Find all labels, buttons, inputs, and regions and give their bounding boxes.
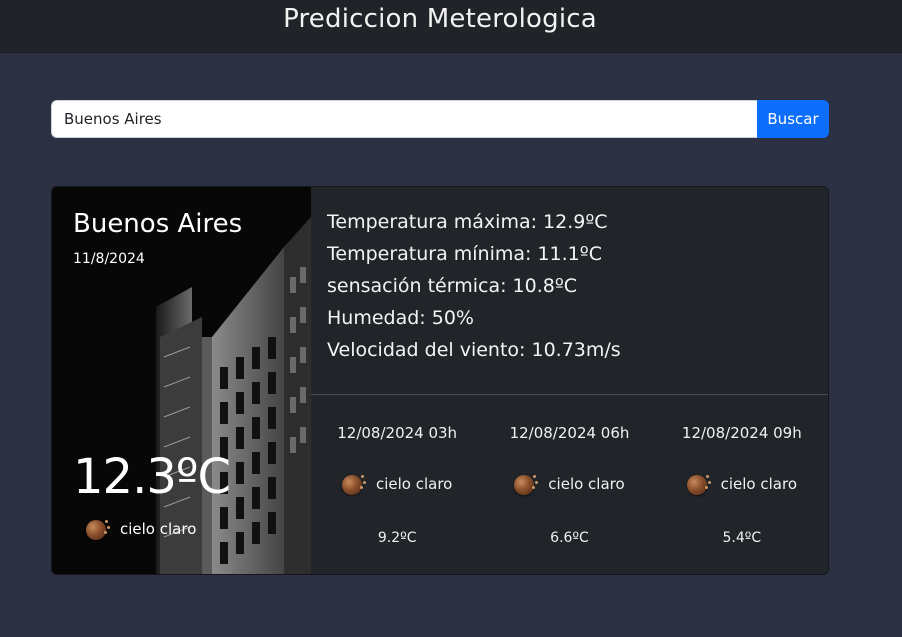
- current-temperature: 12.3ºC: [73, 449, 231, 505]
- forecast-condition-label: cielo claro: [548, 475, 625, 493]
- weather-details: Temperatura máxima: 12.9ºC Temperatura m…: [311, 187, 828, 395]
- clear-sky-icon: [341, 473, 366, 495]
- clear-sky-icon: [686, 473, 711, 495]
- current-condition: cielo claro: [86, 518, 196, 540]
- forecast-temperature: 5.4ºC: [722, 530, 762, 546]
- forecast-condition: cielo claro: [483, 473, 655, 495]
- forecast-temperature: 6.6ºC: [550, 530, 589, 546]
- forecast-datetime: 12/08/2024 06h: [509, 424, 630, 442]
- forecast-datetime: 12/08/2024 09h: [681, 424, 802, 442]
- top-bar: Prediccion Meterologica: [0, 0, 902, 53]
- forecast-condition-label: cielo claro: [720, 475, 798, 493]
- feels-like: sensación térmica: 10.8ºC: [327, 275, 578, 297]
- forecast-item: 12/08/2024 03h cielo claro 9.2ºC: [311, 396, 483, 574]
- forecast-datetime: 12/08/2024 03h: [337, 424, 458, 442]
- current-condition-label: cielo claro: [120, 520, 197, 538]
- forecast-temperature: 9.2ºC: [377, 530, 417, 546]
- max-temperature: Temperatura máxima: 12.9ºC: [327, 211, 608, 233]
- forecast-condition-label: cielo claro: [375, 475, 453, 493]
- forecast-condition: cielo claro: [311, 473, 483, 495]
- forecast-list: 12/08/2024 03h cielo claro 9.2ºC 12/08/2…: [311, 396, 828, 574]
- page-title: Prediccion Meterologica: [283, 4, 597, 34]
- forecast-item: 12/08/2024 09h cielo claro 5.4ºC: [656, 396, 828, 574]
- forecast-condition: cielo claro: [656, 473, 828, 495]
- search-bar: Buscar: [51, 100, 829, 138]
- city-search-input[interactable]: [51, 100, 757, 138]
- city-photo-panel: Buenos Aires 11/8/2024 12.3ºC cielo clar…: [52, 187, 311, 574]
- clear-sky-icon: [514, 473, 539, 495]
- weather-card: Buenos Aires 11/8/2024 12.3ºC cielo clar…: [51, 186, 829, 575]
- city-name: Buenos Aires: [73, 209, 243, 239]
- search-button[interactable]: Buscar: [757, 100, 829, 138]
- clear-sky-icon: [86, 518, 110, 540]
- min-temperature: Temperatura mínima: 11.1ºC: [327, 243, 602, 265]
- wind-speed: Velocidad del viento: 10.73m/s: [327, 339, 621, 361]
- current-date: 11/8/2024: [73, 251, 145, 267]
- humidity: Humedad: 50%: [327, 307, 474, 329]
- city-building-image: [52, 187, 311, 574]
- forecast-item: 12/08/2024 06h cielo claro 6.6ºC: [483, 396, 655, 574]
